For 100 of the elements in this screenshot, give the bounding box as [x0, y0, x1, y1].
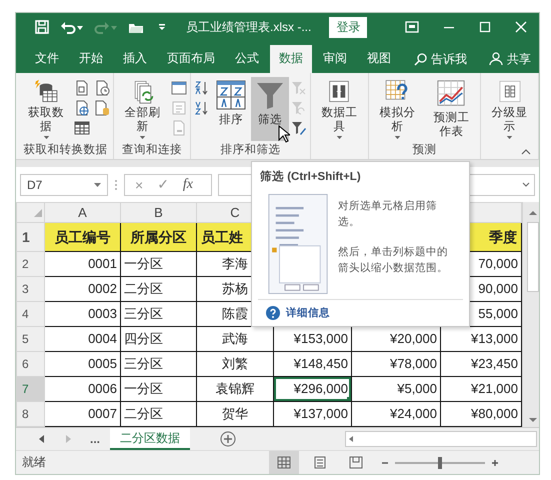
- table-cell: 0005: [44, 352, 120, 376]
- ribbon-tab[interactable]: 视图: [358, 45, 400, 73]
- ribbon-button[interactable]: 全部刷新: [116, 77, 169, 141]
- table-properties-icon: [170, 80, 187, 96]
- scrollbar-thumb[interactable]: [526, 222, 538, 292]
- tell-me-search[interactable]: 告诉我: [414, 45, 467, 73]
- table-cell: 二分区: [120, 276, 196, 302]
- previous-sheet-icon: [38, 434, 46, 444]
- zoom-thumb[interactable]: [438, 456, 442, 468]
- table-cell: ¥5,000: [352, 376, 440, 402]
- table-cell: 一分区: [120, 252, 196, 276]
- ribbon-button[interactable]: 筛选: [250, 77, 289, 141]
- row-header[interactable]: 6: [22, 357, 29, 371]
- group-label: 查询和连接: [121, 142, 184, 158]
- table-cell: 0001: [44, 252, 120, 276]
- view-button[interactable]: [269, 451, 299, 474]
- ribbon-button[interactable]: 分级显示: [483, 77, 536, 141]
- search-icon: [414, 52, 427, 66]
- document-icon: [74, 80, 90, 96]
- caret-icon: [139, 136, 146, 139]
- name-box[interactable]: D7: [20, 174, 108, 196]
- more-sheets[interactable]: ...: [90, 432, 100, 446]
- tooltip-title: 筛选 (Ctrl+Shift+L): [259, 169, 362, 184]
- caret-icon: [42, 136, 50, 139]
- table-cell: 0003: [44, 302, 120, 326]
- row-header[interactable]: 2: [22, 257, 29, 271]
- scroll-up-icon: [528, 208, 538, 218]
- select-all-icon: [34, 209, 42, 217]
- group-label: 排序和筛选: [219, 142, 282, 158]
- advanced-filter-button[interactable]: [290, 119, 308, 137]
- normal-view-icon: [277, 456, 291, 469]
- row-header[interactable]: 7: [22, 382, 29, 396]
- column-header[interactable]: C: [230, 205, 240, 220]
- expand-icon: [522, 182, 530, 187]
- clock-document-icon: [94, 80, 110, 96]
- caret-icon: [506, 136, 514, 139]
- row-header[interactable]: 8: [22, 407, 29, 421]
- reapply-filter-icon: [290, 100, 307, 116]
- caret-icon: [94, 182, 101, 186]
- ribbon-tab[interactable]: 数据: [270, 45, 312, 73]
- share-button[interactable]: 共享: [489, 45, 531, 73]
- table-properties-button[interactable]: [170, 79, 188, 97]
- table-cell: 所属分区: [120, 222, 196, 252]
- sign-in-button[interactable]: 登录: [329, 16, 368, 38]
- advanced-filter-icon: [290, 120, 307, 136]
- ribbon-button[interactable]: 预测工作表: [424, 77, 478, 141]
- group-label: 获取和转换数据: [22, 142, 109, 158]
- table-cell: ¥148,450: [274, 352, 352, 376]
- person-icon: [489, 52, 503, 66]
- collapse-icon: [521, 149, 531, 155]
- next-sheet-icon: [64, 434, 72, 444]
- close-icon: [515, 21, 527, 33]
- help-icon: [266, 306, 280, 320]
- ribbon-button[interactable]: 模拟分析: [370, 77, 424, 141]
- table-cell: ¥78,000: [352, 352, 440, 376]
- link-document-icon: [170, 120, 187, 136]
- table-cell: 三分区: [120, 302, 196, 326]
- table-button[interactable]: [73, 119, 92, 137]
- column-header[interactable]: B: [154, 205, 163, 220]
- ribbon-tab[interactable]: 页面布局: [158, 45, 224, 73]
- ribbon-tab[interactable]: 文件: [26, 45, 68, 73]
- caret-icon: [336, 136, 343, 139]
- table-cell: 0004: [44, 326, 120, 352]
- row-header[interactable]: 5: [22, 332, 29, 346]
- table-cell: ¥296,000: [274, 376, 352, 402]
- ribbon-tab[interactable]: 公式: [226, 45, 268, 73]
- ribbon-tab[interactable]: 插入: [114, 45, 156, 73]
- cursor-icon: [278, 125, 290, 143]
- column-header[interactable]: A: [78, 205, 87, 220]
- table-cell: 四分区: [120, 326, 196, 352]
- vertical-scrollbar[interactable]: [522, 202, 539, 427]
- zoom-in-icon: [491, 458, 499, 466]
- more-info-link[interactable]: 详细信息: [286, 306, 330, 320]
- row-header[interactable]: 4: [22, 307, 29, 321]
- caret-icon: [394, 136, 401, 139]
- row-header[interactable]: 3: [22, 282, 29, 296]
- table-cell: 0002: [44, 276, 120, 302]
- table-icon: [74, 120, 90, 136]
- ribbon-button[interactable]: 获取数据: [20, 77, 72, 141]
- database-document-button[interactable]: [93, 99, 112, 117]
- row-header[interactable]: 1: [22, 229, 30, 245]
- horizontal-scrollbar[interactable]: [345, 431, 537, 447]
- ribbon-button[interactable]: 数据工具: [312, 77, 366, 141]
- ribbon-tab[interactable]: 开始: [70, 45, 112, 73]
- scroll-down-icon: [528, 415, 538, 425]
- add-sheet-icon: [220, 431, 236, 447]
- status-text: 就绪: [22, 454, 46, 471]
- table-cell: 袁锦辉: [196, 376, 274, 402]
- table-cell: 员工编号: [44, 222, 120, 252]
- maximize-icon: [479, 21, 491, 33]
- window-title: 员工业绩管理表.xlsx -...: [186, 18, 312, 36]
- tooltip-text: 对所选单元格启用筛选。: [338, 199, 438, 230]
- sort-ascending-icon: [194, 80, 210, 96]
- globe-document-icon: [74, 100, 90, 116]
- sheet-tab[interactable]: 二分区数据: [110, 428, 190, 450]
- ribbon-tab[interactable]: 审阅: [314, 45, 356, 73]
- sort-descending-icon: [194, 100, 210, 116]
- ribbon-button[interactable]: 排序: [212, 77, 250, 141]
- sort-icon: [214, 79, 247, 111]
- insert-function-button[interactable]: fx: [182, 176, 194, 192]
